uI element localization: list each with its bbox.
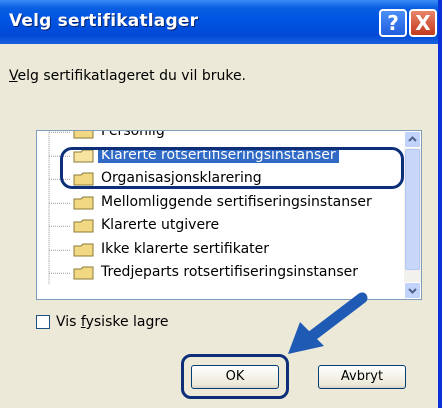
ok-button[interactable]: OK [191,365,279,389]
tree-line-icon [48,237,71,261]
instruction-rest: elg sertifikatlageret du vil bruke. [17,68,247,84]
folder-icon [73,131,94,139]
checkbox-label-part: ysiske lagre [85,314,169,330]
tree-item-tredjeparts[interactable]: Tredjeparts rotsertifiseringsinstanser [37,261,404,285]
help-button[interactable]: ? [379,9,407,37]
folder-icon [73,266,94,280]
vertical-scrollbar[interactable] [404,131,421,299]
tree-item-personlig[interactable]: Personlig [37,130,404,144]
selection-highlight-callout [60,147,404,189]
tree-item-label: Ikke klarerte sertifikater [101,240,270,257]
show-physical-stores-checkbox[interactable] [36,315,50,329]
tree-item-ikke-klarerte[interactable]: Ikke klarerte sertifikater [37,237,404,262]
window-title: Velg sertifikatlager [9,11,199,31]
checkbox-label-part: Vis [56,314,81,330]
tree-line-icon [48,190,71,214]
tree-line-icon [48,131,71,144]
instruction-accel: V [9,68,18,84]
tree-item-klarerte-utgivere[interactable]: Klarerte utgivere [37,214,404,238]
dialog-window: Velg sertifikatlager ? X Velg sertifikat… [0,0,442,408]
folder-icon [73,196,94,209]
pointer-arrow-icon [288,292,368,354]
chevron-down-icon [408,288,417,294]
show-physical-stores-label: Vis fysiske lagre [56,314,168,330]
tree-item-label: Klarerte utgivere [101,217,220,233]
folder-icon [73,219,94,233]
close-button[interactable]: X [409,9,437,37]
folder-icon [73,243,94,256]
tree-item-mellomliggende[interactable]: Mellomliggende sertifiseringsinstanser [37,190,404,215]
tree-line-icon [48,261,71,285]
instruction-text: Velg sertifikatlageret du vil bruke. [9,68,246,84]
tree-item-label: Mellomliggende sertifiseringsinstanser [101,193,372,210]
scroll-thumb[interactable] [405,149,420,270]
chevron-up-icon [408,136,417,142]
title-bar: Velg sertifikatlager ? X [0,0,438,44]
tree-line-icon [48,214,71,238]
scroll-up-button[interactable] [404,131,421,148]
scroll-down-button[interactable] [404,282,421,299]
cancel-button[interactable]: Avbryt [318,365,406,389]
tree-item-label: Personlig [101,130,165,139]
tree-item-label: Tredjeparts rotsertifiseringsinstanser [101,264,359,280]
